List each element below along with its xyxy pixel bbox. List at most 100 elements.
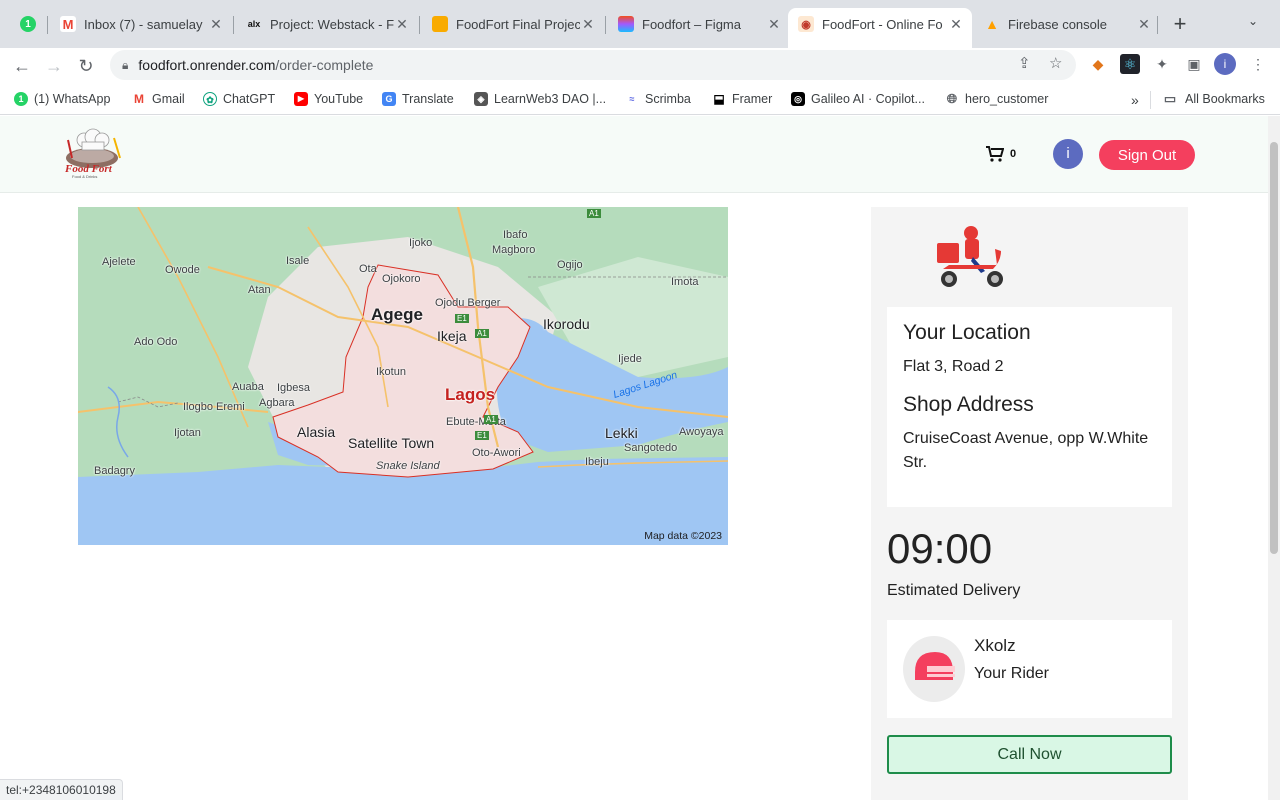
- site-navbar: Food Fort Food & Drinks 0 i Sign Out: [0, 116, 1268, 193]
- tab-title: Project: Webstack - F: [270, 16, 394, 32]
- map-label: Ojodu Berger: [435, 297, 501, 309]
- back-icon[interactable]: ←: [8, 52, 36, 80]
- tab-whatsapp[interactable]: 1: [10, 8, 46, 40]
- tab-firebase[interactable]: ▲ Firebase console ✕: [974, 8, 1160, 40]
- bookmarks-overflow-button[interactable]: »: [1131, 92, 1139, 108]
- metamask-icon[interactable]: ◆: [1088, 54, 1108, 74]
- bookmark-label: YouTube: [314, 92, 364, 106]
- map-label: Ikorodu: [543, 316, 590, 332]
- bookmark-hero-customer[interactable]: 🌐︎ hero_customer: [945, 92, 1048, 106]
- framer-icon: ⬓: [712, 92, 726, 106]
- map-label: Ado Odo: [134, 336, 178, 348]
- delivery-map[interactable]: Ijoko Ibafo Magboro Ogijo Ajelete Owode …: [78, 207, 728, 545]
- bookmark-label: Gmail: [152, 92, 185, 106]
- map-label: Auaba: [232, 381, 264, 393]
- bookmark-label: hero_customer: [965, 92, 1049, 106]
- user-avatar[interactable]: i: [1053, 139, 1083, 169]
- bookmark-gmail[interactable]: M Gmail: [132, 92, 185, 106]
- close-icon[interactable]: ✕: [766, 16, 782, 33]
- brand-tagline: Food & Drinks: [72, 174, 97, 179]
- close-icon[interactable]: ✕: [1136, 16, 1152, 33]
- tab-figma[interactable]: Foodfort – Figma ✕: [608, 8, 790, 40]
- galileo-icon: ◎: [791, 92, 805, 106]
- map-label: Awoyaya: [679, 426, 724, 438]
- lock-icon: 🔒︎: [122, 57, 129, 72]
- learnweb3-icon: ◈: [474, 92, 488, 106]
- map-label: Ogijo: [557, 259, 583, 271]
- bookmark-label: All Bookmarks: [1185, 92, 1265, 106]
- bookmark-translate[interactable]: G Translate: [382, 92, 454, 106]
- address-bar[interactable]: 🔒︎ foodfort.onrender.com/order-complete: [110, 50, 1076, 80]
- page-scrollbar-thumb[interactable]: [1270, 142, 1278, 554]
- map-label: Magboro: [492, 244, 536, 256]
- browser-toolbar: ← → ↻ 🔒︎ foodfort.onrender.com/order-com…: [0, 48, 1280, 85]
- foodfort-logo[interactable]: Food Fort Food & Drinks: [62, 128, 126, 180]
- gmail-icon: M: [60, 16, 76, 32]
- reload-icon[interactable]: ↻: [72, 52, 100, 80]
- close-icon[interactable]: ✕: [948, 16, 964, 33]
- gmail-icon: M: [132, 92, 146, 106]
- map-label: Imota: [671, 276, 699, 288]
- bookmark-learnweb3[interactable]: ◈ LearnWeb3 DAO |...: [474, 92, 606, 106]
- rider-name: Xkolz: [974, 636, 1016, 655]
- road-shield: E1: [475, 431, 489, 440]
- new-tab-button[interactable]: +: [1168, 12, 1192, 36]
- react-devtools-icon[interactable]: ⚛: [1120, 54, 1140, 74]
- bookmark-scrimba[interactable]: ≈ Scrimba: [625, 92, 691, 106]
- map-label: Atan: [248, 284, 271, 296]
- browser-tab-strip: 1 M Inbox (7) - samuelay ✕ alx Project: …: [0, 0, 1280, 48]
- bookmark-chatgpt[interactable]: ✿ ChatGPT: [203, 92, 275, 106]
- share-icon[interactable]: ⇪: [1018, 54, 1031, 72]
- map-label: Satellite Town: [348, 435, 435, 451]
- folder-icon: ▭: [1163, 91, 1177, 106]
- all-bookmarks-button[interactable]: ▭ All Bookmarks: [1161, 91, 1265, 107]
- close-icon[interactable]: ✕: [208, 16, 224, 33]
- map-label: Agbara: [259, 397, 295, 409]
- location-title: Your Location: [903, 321, 1031, 344]
- tab-separator: [605, 16, 606, 34]
- link-status-bubble: tel:+2348106010198: [0, 779, 123, 800]
- bookmark-label: Galileo AI · Copilot...: [811, 92, 925, 106]
- tab-separator: [419, 16, 420, 34]
- road-shield: A1: [484, 415, 498, 424]
- tab-slides[interactable]: FoodFort Final Projec ✕: [422, 8, 604, 40]
- tab-search-icon[interactable]: ⌄: [1248, 14, 1258, 28]
- extensions-icon[interactable]: ✦: [1152, 54, 1172, 74]
- road-shield: A1: [475, 329, 489, 338]
- map-label: Agege: [371, 305, 423, 324]
- map-label: Ajelete: [102, 256, 136, 268]
- forward-icon[interactable]: →: [40, 52, 68, 80]
- cart-button[interactable]: 0: [986, 146, 1016, 162]
- firebase-icon: ▲: [985, 16, 999, 32]
- sign-out-button[interactable]: Sign Out: [1099, 140, 1195, 170]
- shop-address-value: CruiseCoast Avenue, opp W.White Str.: [903, 430, 1149, 471]
- tab-gmail[interactable]: M Inbox (7) - samuelay ✕: [50, 8, 232, 40]
- tab-title: Inbox (7) - samuelay: [84, 16, 203, 32]
- whatsapp-icon: 1: [20, 16, 36, 32]
- call-now-button[interactable]: Call Now: [887, 735, 1172, 774]
- bookmark-framer[interactable]: ⬓ Framer: [712, 92, 772, 106]
- eta-label: Estimated Delivery: [887, 582, 1021, 599]
- profile-avatar[interactable]: i: [1214, 53, 1236, 75]
- tab-alx[interactable]: alx Project: Webstack - F ✕: [236, 8, 418, 40]
- bookmark-youtube[interactable]: ▶ YouTube: [294, 92, 363, 106]
- tab-foodfort[interactable]: ◉ FoodFort - Online Fo ✕: [788, 8, 972, 48]
- menu-icon[interactable]: ⋮: [1248, 54, 1268, 74]
- page-content: Food Fort Food & Drinks 0 i Sign Out Ijo…: [0, 116, 1268, 800]
- bookmark-label: (1) WhatsApp: [34, 92, 111, 106]
- alx-icon: alx: [247, 19, 261, 29]
- eta-time: 09:00: [887, 525, 993, 572]
- tab-title: Foodfort – Figma: [642, 16, 741, 32]
- bookmark-galileo[interactable]: ◎ Galileo AI · Copilot...: [791, 92, 925, 106]
- bookmark-whatsapp[interactable]: 1 (1) WhatsApp: [14, 92, 110, 106]
- close-icon[interactable]: ✕: [580, 16, 596, 33]
- bookmark-star-icon[interactable]: ☆: [1049, 54, 1062, 72]
- map-label: Badagry: [94, 465, 135, 477]
- side-panel-icon[interactable]: ▣: [1184, 54, 1204, 74]
- url-path: /order-complete: [275, 57, 374, 73]
- cart-icon: [986, 146, 1004, 162]
- map-label: Ijoko: [409, 237, 433, 249]
- globe-icon: 🌐︎: [945, 91, 959, 106]
- close-icon[interactable]: ✕: [394, 16, 410, 33]
- road-shield: E1: [455, 314, 469, 323]
